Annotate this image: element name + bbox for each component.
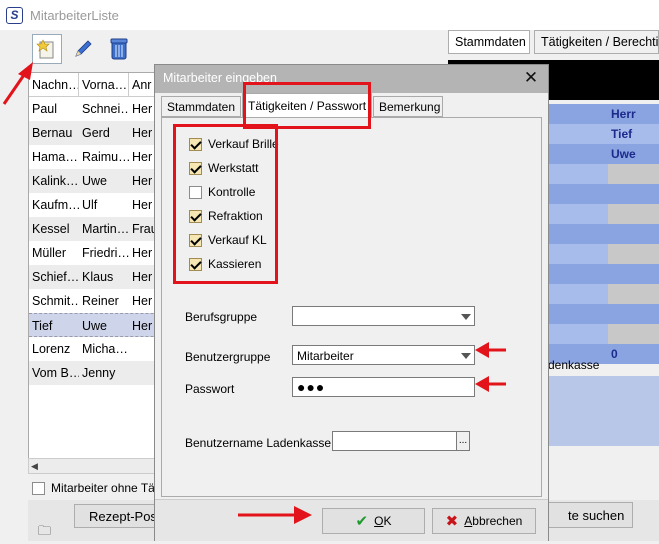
cell-vorname: Reiner (82, 294, 119, 308)
table-row[interactable]: Lorenz Micha… (29, 337, 157, 361)
chevron-down-icon[interactable] (461, 353, 471, 359)
table-row[interactable]: Vom B… Jenny (29, 361, 157, 385)
detail-nachname-value: Tief (611, 127, 633, 141)
table-row[interactable]: Kalink… Uwe Her (29, 169, 157, 193)
cell-vorname: Klaus (82, 270, 114, 284)
ohne-taetigkeit-label: Mitarbeiter ohne Tä (51, 481, 155, 495)
cancel-button[interactable]: ✖ Abbrechen (432, 508, 536, 534)
main-window-title: MitarbeiterListe (30, 7, 119, 23)
table-row[interactable]: Hama… Raimu… Her (29, 145, 157, 169)
cell-vorname: Raimu… (82, 150, 129, 164)
passwort-label: Passwort (185, 382, 235, 396)
dialog-footer: ✔ OK ✖ Abbrechen (155, 499, 548, 541)
table-row[interactable]: Kaufm… Ulf Her (29, 193, 157, 217)
passwort-value: ●●● (297, 379, 326, 395)
app-logo-icon: S (6, 6, 23, 24)
cell-vorname: Jenny (82, 366, 116, 380)
cell-nachname: Bernau (32, 126, 73, 140)
table-row[interactable]: Schief… Klaus Her (29, 265, 157, 289)
annotation-arrow-passwort (475, 376, 506, 392)
checkmark-icon: ✔ (355, 513, 369, 530)
main-titlebar: S MitarbeiterListe (0, 0, 659, 30)
ohne-taetigkeit-checkbox-row[interactable]: Mitarbeiter ohne Tä (32, 481, 155, 495)
pencil-icon (75, 40, 92, 57)
detail-zero-value: 0 (611, 347, 618, 361)
cell-nachname: Kaufm… (32, 198, 79, 212)
cell-nachname: Tief (32, 319, 53, 333)
table-row-selected[interactable]: Tief Uwe Her (29, 313, 157, 337)
list-header: Nachn… Vorna… Anr (29, 73, 157, 97)
cell-vorname: Micha… (82, 342, 128, 356)
cell-vorname: Uwe (82, 174, 108, 188)
cell-vorname: Uwe (82, 319, 108, 333)
berufsgruppe-select[interactable] (292, 306, 475, 326)
employee-list[interactable]: Nachn… Vorna… Anr Paul Schnei… Her Bernau G… (28, 72, 158, 472)
ohne-taetigkeit-checkbox[interactable] (32, 481, 45, 495)
detail-tabs: Stammdaten Tätigkeiten / Berechtig (448, 30, 659, 56)
cancel-label: Abbrechen (464, 514, 523, 528)
passwort-input[interactable]: ●●● (292, 377, 475, 397)
list-horizontal-scrollbar[interactable]: ◀ (28, 458, 158, 474)
ladenkasse-browse-button[interactable]: ... (456, 431, 470, 451)
cell-vorname: Friedri… (82, 246, 129, 260)
cell-vorname: Schnei… (82, 102, 129, 116)
table-row[interactable]: Kessel Martin… Frau (29, 217, 157, 241)
annotation-arrow-toolbar (2, 62, 33, 105)
cell-nachname: Hama… (32, 150, 78, 164)
table-row[interactable]: Bernau Gerd Her (29, 121, 157, 145)
benutzergruppe-value: Mitarbeiter (297, 349, 354, 363)
close-x-icon: ✖ (445, 513, 459, 530)
ok-button[interactable]: ✔ OK (322, 508, 425, 534)
cell-vorname: Ulf (82, 198, 98, 212)
close-icon[interactable]: ✕ (522, 68, 540, 88)
detail-anrede-value: Herr (611, 107, 636, 121)
list-rows: Paul Schnei… Her Bernau Gerd Her Hama… Raimu…… (29, 97, 157, 385)
ladenkasse-label: Benutzername Ladenkasse (185, 436, 332, 450)
table-row[interactable]: Paul Schnei… Her (29, 97, 157, 121)
annotation-box-permissions (173, 124, 278, 284)
cell-nachname: Müller (32, 246, 67, 260)
detail-vorname-value: Uwe (611, 147, 636, 161)
cell-nachname: Lorenz (32, 342, 71, 356)
annotation-arrow-benutzergruppe (475, 342, 506, 358)
detail-ladenkasse-label: denkasse (548, 358, 600, 372)
table-row[interactable]: Müller Friedri… Her (29, 241, 157, 265)
benutzergruppe-label: Benutzergruppe (185, 350, 271, 364)
chevron-down-icon[interactable] (461, 314, 471, 320)
benutzergruppe-select[interactable]: Mitarbeiter (292, 345, 475, 365)
cell-vorname: Martin… (82, 222, 129, 236)
scroll-left-icon[interactable]: ◀ (31, 461, 38, 472)
ladenkasse-input[interactable] (332, 431, 461, 451)
annotation-arrow-ok (238, 506, 312, 524)
cell-nachname: Schmit… (32, 294, 79, 308)
tab-bemerkung[interactable]: Bemerkung (373, 96, 443, 117)
delete-employee-button[interactable] (104, 34, 134, 64)
new-document-icon (36, 39, 54, 59)
annotation-box-tab (243, 82, 371, 129)
column-header-vorname[interactable]: Vorna… (79, 73, 129, 97)
berufsgruppe-label: Berufsgruppe (185, 310, 258, 324)
table-row[interactable]: Schmit… Reiner Her (29, 289, 157, 313)
trash-icon (110, 38, 128, 60)
tab-stammdaten-bg[interactable]: Stammdaten (448, 30, 530, 54)
edit-employee-button[interactable] (68, 34, 98, 64)
cell-nachname: Vom B… (32, 366, 79, 380)
cell-nachname: Schief… (32, 270, 79, 284)
tab-stammdaten[interactable]: Stammdaten (161, 96, 241, 117)
cell-nachname: Kessel (32, 222, 70, 236)
tab-taetigkeiten-bg[interactable]: Tätigkeiten / Berechtig (534, 30, 659, 54)
cell-nachname: Kalink… (32, 174, 79, 188)
cell-vorname: Gerd (82, 126, 110, 140)
ok-label: OK (374, 514, 392, 528)
suchen-button[interactable]: te suchen (535, 502, 633, 528)
